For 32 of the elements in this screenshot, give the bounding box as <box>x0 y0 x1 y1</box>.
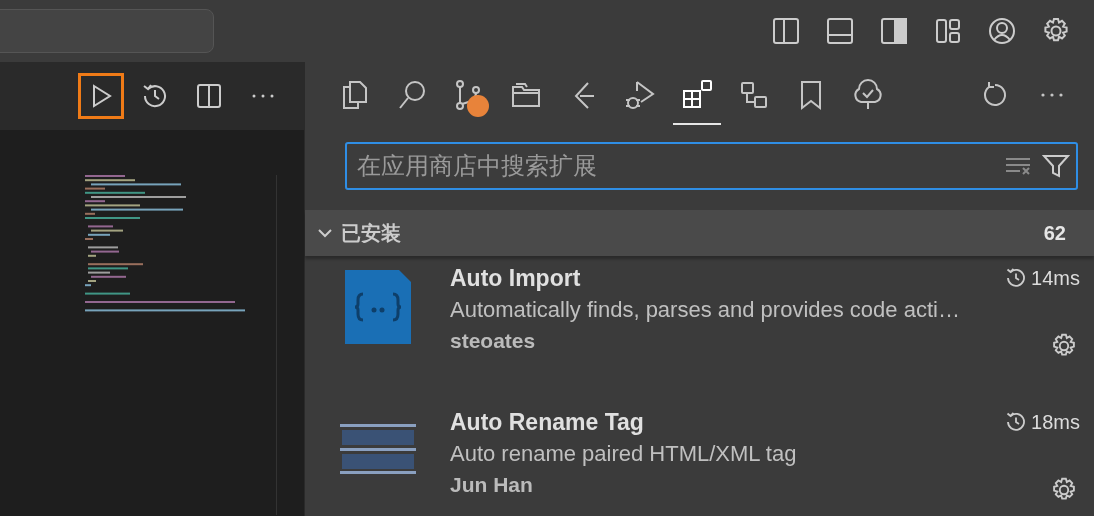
extension-search-field[interactable]: 在应用商店中搜索扩展 <box>357 146 996 186</box>
extension-name: Auto Import <box>450 264 581 292</box>
layout-icon <box>933 16 963 46</box>
activation-time: 18ms <box>1031 410 1080 434</box>
account-icon <box>987 16 1017 46</box>
tag-logo-icon <box>339 424 416 474</box>
activation-time: 14ms <box>1031 266 1080 290</box>
braces-logo-icon <box>344 268 411 344</box>
extension-description: Automatically finds, parses and provides code acti… <box>450 296 961 324</box>
publisher-name: steoates <box>450 328 536 354</box>
section-title: 已安装 <box>341 219 401 247</box>
search-box[interactable]: 在应用商店中搜索扩展 <box>345 142 1078 190</box>
run-button[interactable] <box>78 73 124 119</box>
publisher-name: Jun Han <box>450 472 533 498</box>
split-editor-icon <box>194 81 224 111</box>
extension-item[interactable]: Auto Rename Tag 18ms Auto rename paired HTML/XML tag Jun Han <box>305 400 1094 516</box>
filter-icon[interactable] <box>1042 153 1070 179</box>
layout-icon <box>771 16 801 46</box>
run-debug-icon <box>623 78 657 112</box>
history-icon <box>1005 411 1028 433</box>
more-icon <box>251 93 275 99</box>
extension-item[interactable]: Auto Import 14ms Automatically finds, parses and provides code acti… steoates <box>305 256 1094 400</box>
more-icon <box>1040 92 1064 98</box>
layout-icon <box>825 16 855 46</box>
extension-name: Auto Rename Tag <box>450 408 644 436</box>
extension-count: 62 <box>1043 221 1066 245</box>
tree-icon <box>851 78 885 112</box>
history-icon <box>1005 267 1028 289</box>
command-center-field[interactable] <box>0 9 214 53</box>
section-header[interactable]: 已安装 62 <box>305 210 1094 256</box>
layout-icon <box>879 16 909 46</box>
extension-description: Auto rename paired HTML/XML tag <box>450 440 798 468</box>
